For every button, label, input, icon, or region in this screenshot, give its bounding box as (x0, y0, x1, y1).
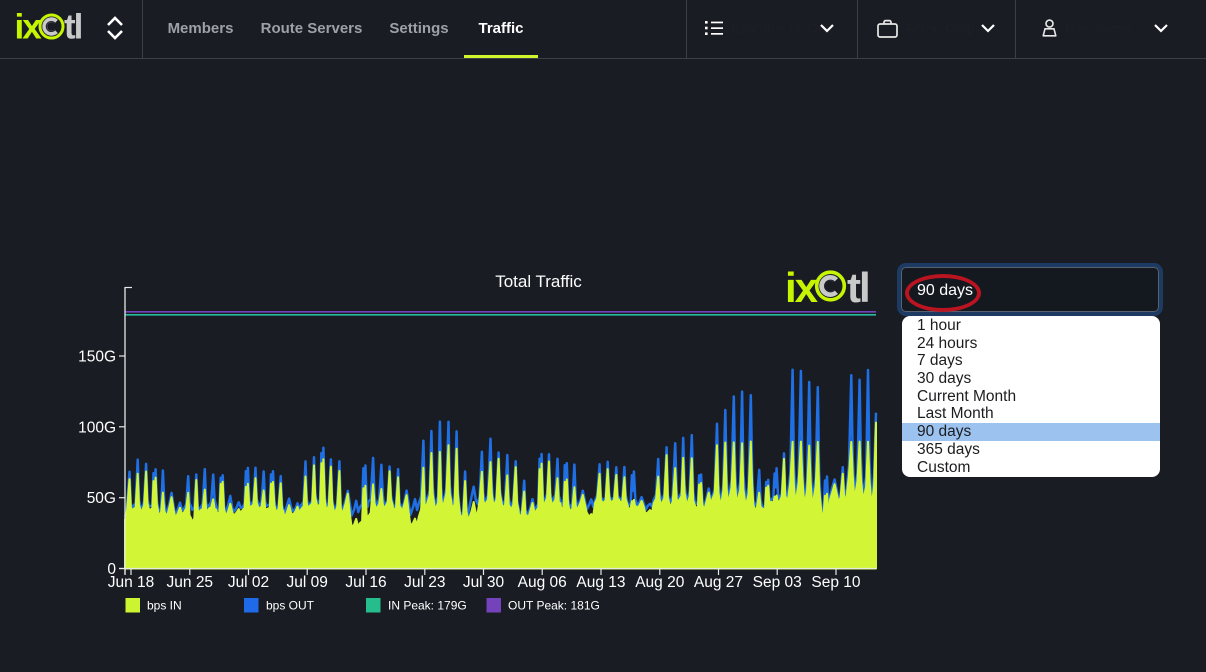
svg-text:Jul 09: Jul 09 (287, 574, 328, 591)
svg-text:tl: tl (847, 264, 869, 311)
svg-text:IN Peak: 179G: IN Peak: 179G (388, 599, 467, 613)
svg-text:bps OUT: bps OUT (266, 599, 315, 613)
svg-text:50G: 50G (87, 490, 116, 507)
svg-text:Jul 23: Jul 23 (404, 574, 445, 591)
svg-text:ix: ix (15, 8, 43, 47)
svg-text:bps IN: bps IN (147, 599, 182, 613)
svg-text:Jul 30: Jul 30 (463, 574, 505, 591)
svg-text:Aug 20: Aug 20 (635, 574, 685, 591)
svg-text:Total Traffic: Total Traffic (495, 272, 582, 291)
svg-text:ix: ix (785, 264, 819, 311)
svg-text:Sep 10: Sep 10 (811, 574, 861, 591)
svg-text:Aug 06: Aug 06 (518, 574, 567, 591)
svg-text:150G: 150G (78, 349, 116, 366)
svg-text:0: 0 (107, 561, 116, 578)
svg-text:Jun 25: Jun 25 (167, 574, 214, 591)
svg-text:tl: tl (64, 8, 82, 47)
svg-text:OUT Peak: 181G: OUT Peak: 181G (508, 599, 600, 613)
svg-text:Aug 13: Aug 13 (576, 574, 625, 591)
svg-text:Jul 02: Jul 02 (228, 574, 269, 591)
svg-text:Jul 16: Jul 16 (345, 574, 386, 591)
svg-text:Sep 03: Sep 03 (753, 574, 802, 591)
svg-text:Aug 27: Aug 27 (694, 574, 743, 591)
svg-text:100G: 100G (78, 419, 116, 436)
